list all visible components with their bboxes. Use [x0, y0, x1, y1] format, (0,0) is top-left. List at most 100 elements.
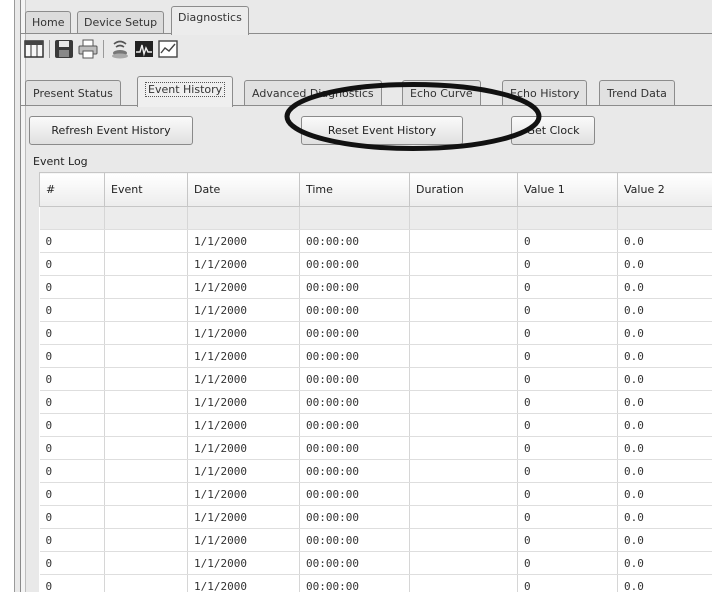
table-cell	[409, 321, 518, 345]
table-cell: 1/1/2000	[187, 390, 300, 414]
table-cell	[409, 436, 518, 460]
get-clock-button[interactable]: Get Clock	[511, 116, 595, 145]
chart-icon[interactable]	[157, 38, 179, 60]
table-cell: 00:00:00	[299, 252, 410, 276]
table-cell: 0.0	[617, 344, 712, 368]
tab-home[interactable]: Home	[25, 11, 72, 34]
table-cell: 0	[39, 252, 105, 276]
toolbar-separator	[103, 40, 104, 58]
print-icon[interactable]	[77, 38, 99, 60]
tab-device-setup[interactable]: Device Setup	[77, 11, 165, 34]
table-cell: 0	[39, 344, 105, 368]
table-row[interactable]: 0 1/1/2000 00:00:00 0 0.0	[39, 505, 712, 529]
save-icon[interactable]	[53, 38, 75, 60]
tab-advanced-diagnostics[interactable]: Advanced Diagnostics	[244, 80, 382, 106]
table-cell: 0.0	[617, 413, 712, 437]
column-header-value-1[interactable]: Value 1	[517, 172, 618, 207]
table-cell	[409, 275, 518, 299]
table-cell: 00:00:00	[299, 436, 410, 460]
tab-trend-data[interactable]: Trend Data	[599, 80, 675, 106]
table-row[interactable]: 0 1/1/2000 00:00:00 0 0.0	[39, 252, 712, 276]
tab-echo-curve[interactable]: Echo Curve	[402, 80, 481, 106]
table-cell: 0	[517, 505, 618, 529]
table-row[interactable]: 0 1/1/2000 00:00:00 0 0.0	[39, 390, 712, 414]
table-row[interactable]: 0 1/1/2000 00:00:00 0 0.0	[39, 229, 712, 253]
table-cell: 1/1/2000	[187, 275, 300, 299]
table-row[interactable]: 0 1/1/2000 00:00:00 0 0.0	[39, 367, 712, 391]
table-cell	[409, 298, 518, 322]
column-header-number[interactable]: #	[39, 172, 105, 207]
table-row[interactable]: 0 1/1/2000 00:00:00 0 0.0	[39, 528, 712, 552]
table-cell: 0	[517, 551, 618, 575]
table-cell	[409, 413, 518, 437]
table-cell: 0	[39, 390, 105, 414]
column-header-time[interactable]: Time	[299, 172, 410, 207]
table-row[interactable]: 0 1/1/2000 00:00:00 0 0.0	[39, 275, 712, 299]
table-cell	[104, 459, 188, 483]
table-row[interactable]: 0 1/1/2000 00:00:00 0 0.0	[39, 321, 712, 345]
column-header-duration[interactable]: Duration	[409, 172, 518, 207]
table-cell: 0.0	[617, 229, 712, 253]
table-cell: 0	[39, 482, 105, 506]
table-cell: 0	[517, 367, 618, 391]
table-cell: 0	[517, 390, 618, 414]
table-cell	[409, 367, 518, 391]
tab-diagnostics[interactable]: Diagnostics	[171, 6, 249, 35]
table-cell: 0	[517, 528, 618, 552]
table-cell: 1/1/2000	[187, 551, 300, 575]
table-row[interactable]: 0 1/1/2000 00:00:00 0 0.0	[39, 482, 712, 506]
table-cell: 00:00:00	[299, 229, 410, 253]
table-cell: 0.0	[617, 528, 712, 552]
table-row[interactable]: 0 1/1/2000 00:00:00 0 0.0	[39, 459, 712, 483]
tab-present-status[interactable]: Present Status	[25, 80, 121, 106]
table-row[interactable]: 0 1/1/2000 00:00:00 0 0.0	[39, 574, 712, 592]
column-header-date[interactable]: Date	[187, 172, 300, 207]
signal-icon[interactable]	[109, 38, 131, 60]
table-cell: 00:00:00	[299, 482, 410, 506]
table-row[interactable]: 0 1/1/2000 00:00:00 0 0.0	[39, 344, 712, 368]
table-cell: 0	[517, 321, 618, 345]
table-cell: 0	[39, 459, 105, 483]
table-cell: 0	[39, 229, 105, 253]
table-cell	[104, 551, 188, 575]
table-cell	[104, 252, 188, 276]
table-cell: 1/1/2000	[187, 528, 300, 552]
table-cell	[104, 321, 188, 345]
reset-event-history-button[interactable]: Reset Event History	[301, 116, 463, 145]
table-cell: 00:00:00	[299, 505, 410, 529]
table-cell: 0	[517, 275, 618, 299]
table-row[interactable]: 0 1/1/2000 00:00:00 0 0.0	[39, 413, 712, 437]
table-cell	[409, 459, 518, 483]
table-cell: 0	[517, 574, 618, 592]
table-row[interactable]: 0 1/1/2000 00:00:00 0 0.0	[39, 436, 712, 460]
table-cell: 1/1/2000	[187, 505, 300, 529]
column-header-event[interactable]: Event	[104, 172, 188, 207]
table-blank-row	[39, 206, 712, 230]
table-cell	[409, 229, 518, 253]
table-cell: 00:00:00	[299, 321, 410, 345]
table-cell	[409, 344, 518, 368]
table-cell: 0	[39, 367, 105, 391]
table-icon[interactable]	[23, 38, 45, 60]
tab-echo-history[interactable]: Echo History	[502, 80, 588, 106]
table-cell: 1/1/2000	[187, 321, 300, 345]
waveform-icon[interactable]	[133, 38, 155, 60]
table-cell: 0	[39, 275, 105, 299]
table-cell	[104, 298, 188, 322]
tab-event-history[interactable]: Event History	[137, 76, 234, 107]
table-cell	[104, 367, 188, 391]
toolbar-separator	[49, 40, 50, 58]
refresh-event-history-button[interactable]: Refresh Event History	[29, 116, 193, 145]
main-tab-bar: Home Device Setup Diagnostics	[21, 6, 712, 35]
column-header-value-2[interactable]: Value 2	[617, 172, 712, 207]
table-cell: 0.0	[617, 321, 712, 345]
table-cell: 1/1/2000	[187, 482, 300, 506]
table-cell: 00:00:00	[299, 413, 410, 437]
table-cell: 0.0	[617, 459, 712, 483]
table-cell: 0.0	[617, 252, 712, 276]
table-row[interactable]: 0 1/1/2000 00:00:00 0 0.0	[39, 551, 712, 575]
table-cell: 1/1/2000	[187, 344, 300, 368]
table-cell: 00:00:00	[299, 390, 410, 414]
table-row[interactable]: 0 1/1/2000 00:00:00 0 0.0	[39, 298, 712, 322]
tab-event-history-label: Event History	[145, 82, 226, 97]
